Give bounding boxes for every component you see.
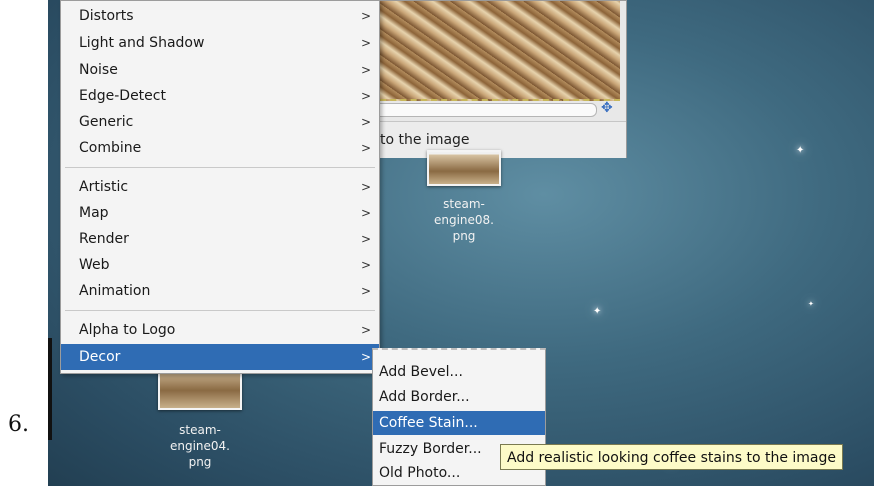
submenu-arrow-icon: > xyxy=(360,284,371,298)
window-edge xyxy=(48,338,52,440)
desktop-file-icon[interactable]: steam- engine08. png xyxy=(420,150,508,244)
submenu-arrow-icon: > xyxy=(360,350,371,364)
submenu-arrow-icon: > xyxy=(360,180,371,194)
menu-item-distorts[interactable]: Distorts > xyxy=(61,3,379,29)
menu-item-decor[interactable]: Decor > xyxy=(61,344,379,370)
menu-item-render[interactable]: Render > xyxy=(61,226,379,252)
file-label-line: png xyxy=(452,229,476,243)
menu-item-web[interactable]: Web > xyxy=(61,252,379,278)
file-thumbnail xyxy=(427,150,501,186)
image-window[interactable]: ✥ to the image xyxy=(365,0,627,158)
menu-item-artistic[interactable]: Artistic > xyxy=(61,174,379,200)
file-label-line: engine08. xyxy=(433,213,494,227)
step-number: 6. xyxy=(8,412,29,437)
menu-item-label: Noise xyxy=(79,62,118,78)
menu-item-label: Render xyxy=(79,231,129,247)
menu-item-label: Generic xyxy=(79,114,134,130)
menu-separator xyxy=(65,310,375,311)
menu-item-animation[interactable]: Animation > xyxy=(61,278,379,304)
menu-item-label: Decor xyxy=(79,349,121,365)
menu-item-label: Web xyxy=(79,257,110,273)
menu-item-light-and-shadow[interactable]: Light and Shadow > xyxy=(61,30,379,56)
menu-item-label: Alpha to Logo xyxy=(79,322,176,338)
menu-item-label: Light and Shadow xyxy=(79,35,205,51)
file-label-line: png xyxy=(188,455,212,469)
menu-item-label: Artistic xyxy=(79,179,129,195)
file-label-line: steam- xyxy=(179,423,221,437)
menu-item-combine[interactable]: Combine > xyxy=(61,135,379,161)
desktop-file-icon[interactable]: steam- engine04. png xyxy=(150,362,250,470)
menu-item-label: Animation xyxy=(79,283,151,299)
sparkle-icon: ✦ xyxy=(593,306,602,317)
menu-item-coffee-stain[interactable]: Coffee Stain... xyxy=(373,411,545,435)
menu-item-label: Edge-Detect xyxy=(79,88,166,104)
submenu-arrow-icon: > xyxy=(360,115,371,129)
menu-item-edge-detect[interactable]: Edge-Detect > xyxy=(61,83,379,109)
submenu-arrow-icon: > xyxy=(360,206,371,220)
submenu-arrow-icon: > xyxy=(360,63,371,77)
menu-item-label: Map xyxy=(79,205,109,221)
submenu-arrow-icon: > xyxy=(360,141,371,155)
sparkle-icon: ✦ xyxy=(796,145,805,156)
menu-item-add-bevel[interactable]: Add Bevel... xyxy=(373,360,545,384)
menu-item-add-border[interactable]: Add Border... xyxy=(373,385,545,409)
menu-item-map[interactable]: Map > xyxy=(61,200,379,226)
submenu-arrow-icon: > xyxy=(360,232,371,246)
submenu-arrow-icon: > xyxy=(360,9,371,23)
image-preview xyxy=(370,1,620,101)
menu-item-generic[interactable]: Generic > xyxy=(61,109,379,135)
file-label-line: engine04. xyxy=(169,439,230,453)
navigate-move-icon[interactable]: ✥ xyxy=(601,100,613,116)
menu-item-alpha-to-logo[interactable]: Alpha to Logo > xyxy=(61,317,379,343)
submenu-arrow-icon: > xyxy=(360,323,371,337)
file-label-line: steam- xyxy=(443,197,485,211)
menu-item-label: Combine xyxy=(79,140,142,156)
submenu-arrow-icon: > xyxy=(360,89,371,103)
menu-separator xyxy=(65,167,375,168)
horizontal-scrollbar[interactable] xyxy=(370,103,597,117)
sparkle-icon: ✦ xyxy=(808,300,814,308)
submenu-arrow-icon: > xyxy=(360,36,371,50)
filters-menu: Distorts > Light and Shadow > Noise > Ed… xyxy=(60,0,380,374)
tooltip: Add realistic looking coffee stains to t… xyxy=(500,444,844,470)
menu-item-noise[interactable]: Noise > xyxy=(61,57,379,83)
submenu-arrow-icon: > xyxy=(360,258,371,272)
menu-item-label: Distorts xyxy=(79,8,134,24)
